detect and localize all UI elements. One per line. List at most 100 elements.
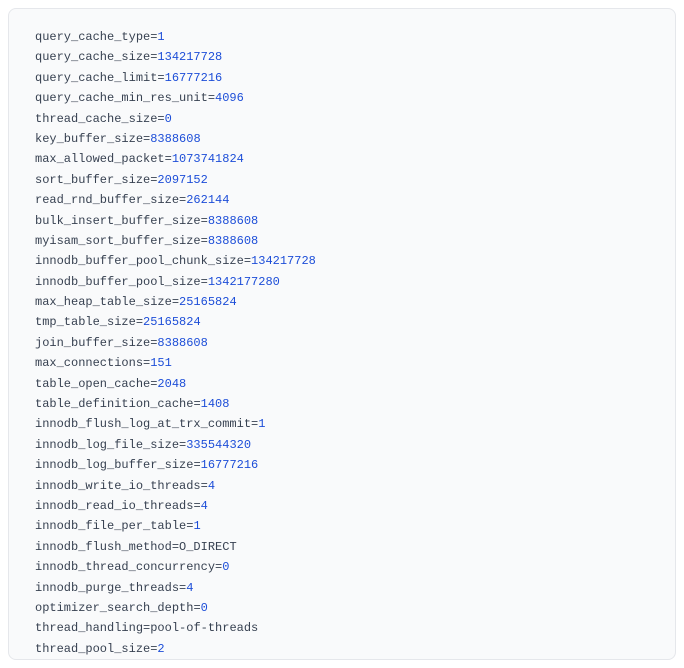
config-key: innodb_read_io_threads [35, 499, 193, 513]
config-key: innodb_log_file_size [35, 438, 179, 452]
config-line: query_cache_limit=16777216 [35, 68, 649, 88]
config-line: max_allowed_packet=1073741824 [35, 149, 649, 169]
config-line: table_open_cache=2048 [35, 374, 649, 394]
config-value: 134217728 [251, 254, 316, 268]
config-value: 0 [201, 601, 208, 615]
config-line: tmp_table_size=25165824 [35, 312, 649, 332]
config-value: 1 [193, 519, 200, 533]
config-line: query_cache_size=134217728 [35, 47, 649, 67]
config-line: key_buffer_size=8388608 [35, 129, 649, 149]
config-value: 1408 [201, 397, 230, 411]
config-key: optimizer_search_depth [35, 601, 193, 615]
config-line: read_rnd_buffer_size=262144 [35, 190, 649, 210]
config-value: 16777216 [201, 458, 259, 472]
config-key: innodb_log_buffer_size [35, 458, 193, 472]
config-line: innodb_log_buffer_size=16777216 [35, 455, 649, 475]
equals-sign: = [165, 152, 172, 166]
config-value: 8388608 [208, 214, 258, 228]
config-key: tmp_table_size [35, 315, 136, 329]
equals-sign: = [136, 315, 143, 329]
config-line: innodb_buffer_pool_size=1342177280 [35, 272, 649, 292]
config-line: innodb_purge_threads=4 [35, 578, 649, 598]
config-value: 0 [165, 112, 172, 126]
config-line: innodb_flush_log_at_trx_commit=1 [35, 414, 649, 434]
config-line: innodb_file_per_table=1 [35, 516, 649, 536]
config-key: myisam_sort_buffer_size [35, 234, 201, 248]
config-value: 25165824 [143, 315, 201, 329]
config-key: innodb_file_per_table [35, 519, 186, 533]
config-key: table_open_cache [35, 377, 150, 391]
config-value: 1073741824 [172, 152, 244, 166]
config-value: O_DIRECT [179, 540, 237, 554]
config-key: query_cache_limit [35, 71, 157, 85]
equals-sign: = [193, 601, 200, 615]
config-value: 151 [150, 356, 172, 370]
config-line: innodb_buffer_pool_chunk_size=134217728 [35, 251, 649, 271]
config-value: 0 [222, 560, 229, 574]
config-value: 8388608 [208, 234, 258, 248]
config-key: innodb_thread_concurrency [35, 560, 215, 574]
config-line: innodb_flush_method=O_DIRECT [35, 537, 649, 557]
config-line: sort_buffer_size=2097152 [35, 170, 649, 190]
config-key: thread_cache_size [35, 112, 157, 126]
config-key: thread_handling [35, 621, 143, 635]
config-line: innodb_write_io_threads=4 [35, 476, 649, 496]
config-value: 4 [201, 499, 208, 513]
config-line: table_definition_cache=1408 [35, 394, 649, 414]
config-key: innodb_flush_method [35, 540, 172, 554]
config-key: innodb_write_io_threads [35, 479, 201, 493]
config-line: bulk_insert_buffer_size=8388608 [35, 211, 649, 231]
config-key: sort_buffer_size [35, 173, 150, 187]
config-line: innodb_log_file_size=335544320 [35, 435, 649, 455]
config-key: thread_pool_size [35, 642, 150, 656]
config-key: join_buffer_size [35, 336, 150, 350]
config-value: 134217728 [157, 50, 222, 64]
config-key: query_cache_min_res_unit [35, 91, 208, 105]
config-value: 1 [157, 30, 164, 44]
config-line: query_cache_min_res_unit=4096 [35, 88, 649, 108]
config-key: query_cache_type [35, 30, 150, 44]
equals-sign: = [201, 479, 208, 493]
config-line: innodb_read_io_threads=4 [35, 496, 649, 516]
config-value: 1342177280 [208, 275, 280, 289]
config-value: 4 [208, 479, 215, 493]
config-value: 2097152 [157, 173, 207, 187]
equals-sign: = [201, 275, 208, 289]
config-value: 8388608 [157, 336, 207, 350]
equals-sign: = [244, 254, 251, 268]
config-key: bulk_insert_buffer_size [35, 214, 201, 228]
config-value: 335544320 [186, 438, 251, 452]
config-value: 16777216 [165, 71, 223, 85]
config-key: max_connections [35, 356, 143, 370]
config-key: innodb_buffer_pool_size [35, 275, 201, 289]
config-line: thread_pool_size=2 [35, 639, 649, 659]
equals-sign: = [193, 499, 200, 513]
config-value: 25165824 [179, 295, 237, 309]
equals-sign: = [201, 234, 208, 248]
config-key: key_buffer_size [35, 132, 143, 146]
config-value: 4 [186, 581, 193, 595]
config-value: 2 [157, 642, 164, 656]
config-value: 8388608 [150, 132, 200, 146]
config-key: innodb_purge_threads [35, 581, 179, 595]
config-value: pool-of-threads [150, 621, 258, 635]
config-key: innodb_buffer_pool_chunk_size [35, 254, 244, 268]
equals-sign: = [172, 295, 179, 309]
config-line: join_buffer_size=8388608 [35, 333, 649, 353]
equals-sign: = [157, 112, 164, 126]
equals-sign: = [208, 91, 215, 105]
config-line: innodb_thread_concurrency=0 [35, 557, 649, 577]
config-line: myisam_sort_buffer_size=8388608 [35, 231, 649, 251]
config-value: 4096 [215, 91, 244, 105]
equals-sign: = [172, 540, 179, 554]
config-line: optimizer_search_depth=0 [35, 598, 649, 618]
config-value: 2048 [157, 377, 186, 391]
equals-sign: = [193, 458, 200, 472]
config-key: query_cache_size [35, 50, 150, 64]
config-value: 262144 [186, 193, 229, 207]
config-line: thread_handling=pool-of-threads [35, 618, 649, 638]
equals-sign: = [201, 214, 208, 228]
config-value: 1 [258, 417, 265, 431]
config-line: max_heap_table_size=25165824 [35, 292, 649, 312]
config-key: innodb_flush_log_at_trx_commit [35, 417, 251, 431]
